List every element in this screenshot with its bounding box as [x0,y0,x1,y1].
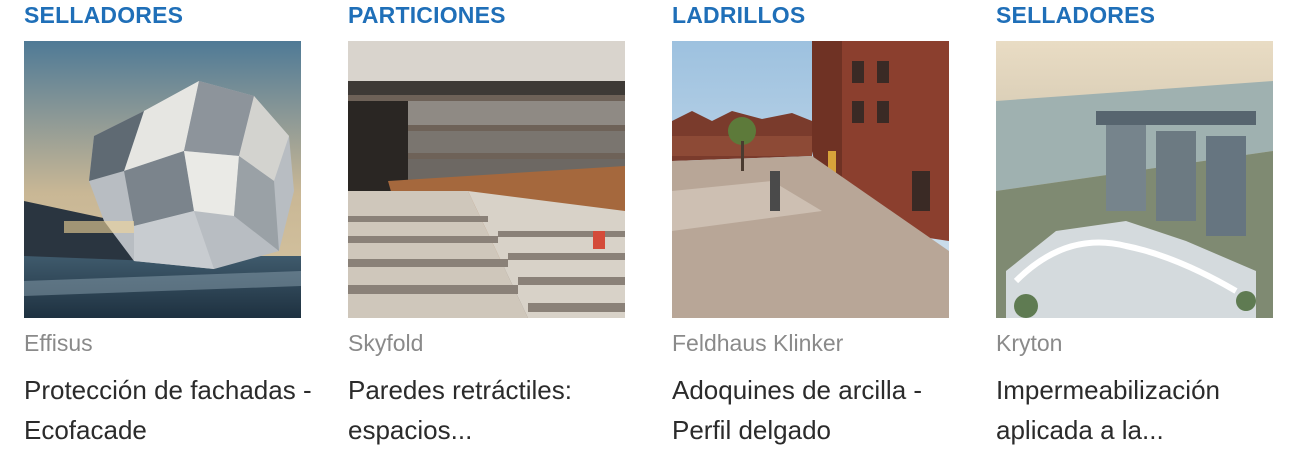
product-card[interactable]: SELLADORES [24,0,312,460]
brand-name[interactable]: Kryton [996,330,1062,357]
product-image[interactable] [672,41,949,318]
brand-name[interactable]: Skyfold [348,330,423,357]
category-link[interactable]: LADRILLOS [672,2,805,29]
product-title[interactable]: Protección de fachadas - Ecofacade [24,370,314,450]
city-aerial-photo [996,41,1273,318]
brick-plaza-photo [672,41,949,318]
product-card[interactable]: SELLADORES [996,0,1274,460]
product-image[interactable] [348,41,625,318]
category-link[interactable]: SELLADORES [24,2,183,29]
product-title[interactable]: Adoquines de arcilla - Perfil delgado [672,370,962,450]
brand-name[interactable]: Feldhaus Klinker [672,330,843,357]
category-link[interactable]: SELLADORES [996,2,1155,29]
product-card[interactable]: LADRILLOS Feldhaus Klinker Adoquines de … [672,0,950,460]
product-image[interactable] [996,41,1273,318]
facade-building-photo [24,41,301,318]
brand-name[interactable]: Effisus [24,330,93,357]
product-card[interactable]: PARTICIONES Skyfold Paredes retráctiles:… [348,0,626,460]
product-card-grid: SELLADORES Effisus Protección de fachada… [0,0,1295,460]
auditorium-photo [348,41,625,318]
product-title[interactable]: Impermeabilización aplicada a la... [996,370,1286,450]
category-link[interactable]: PARTICIONES [348,2,506,29]
product-image[interactable] [24,41,301,318]
product-title[interactable]: Paredes retráctiles: espacios... [348,370,638,450]
